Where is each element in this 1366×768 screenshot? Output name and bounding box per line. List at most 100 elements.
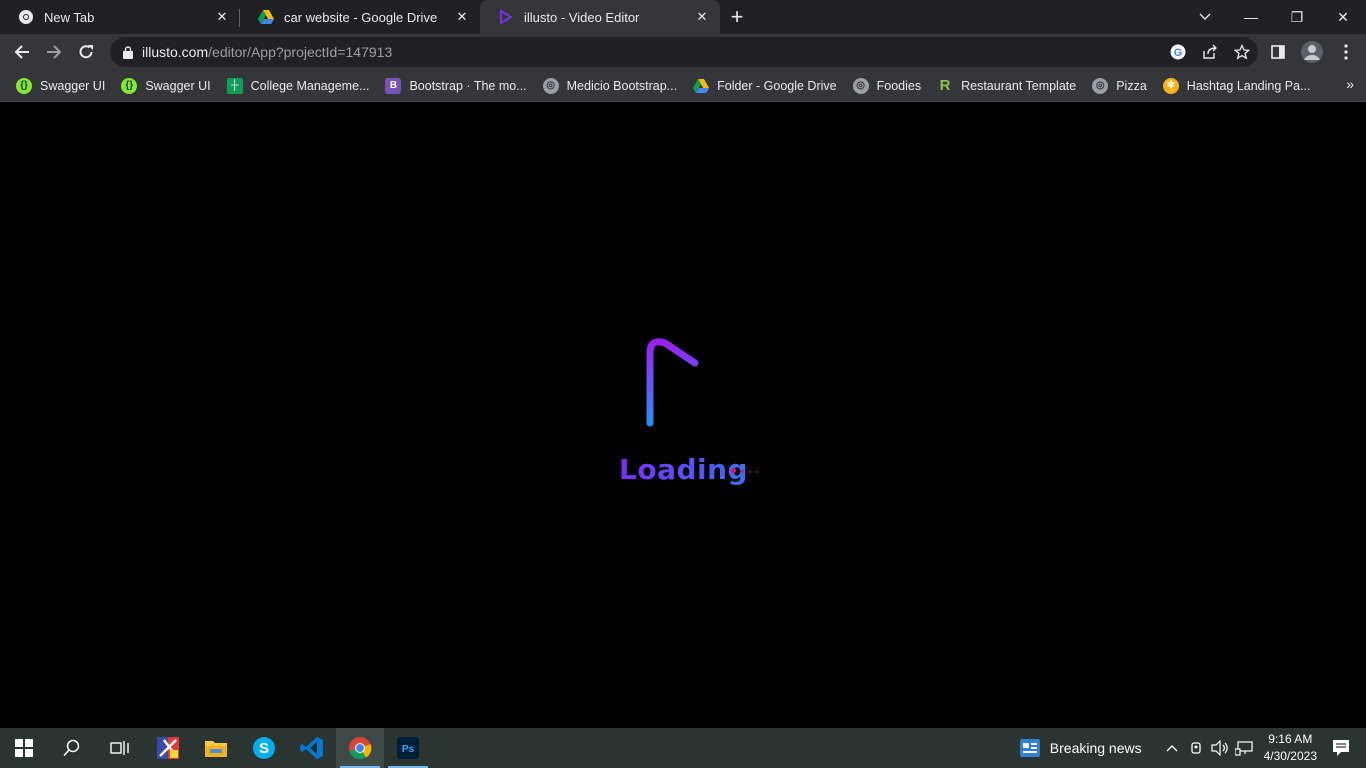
notification-icon[interactable] <box>1330 737 1352 759</box>
loading-dot <box>756 471 758 473</box>
address-bar[interactable]: illusto.com/editor/App?projectId=147913 … <box>110 37 1258 67</box>
google-drive-icon <box>258 9 274 25</box>
clock-date: 4/30/2023 <box>1263 749 1317 763</box>
task-view-icon <box>110 741 129 755</box>
clock[interactable]: 9:16 AM 4/30/2023 <box>1264 731 1317 765</box>
omnibox-actions: G <box>1168 37 1252 67</box>
bookmark-swagger-2[interactable]: {} Swagger UI <box>113 73 218 99</box>
browser-toolbar: illusto.com/editor/App?projectId=147913 … <box>0 34 1366 70</box>
windows-taskbar: S Ps Breaking news 9:16 AM 4/30/2023 <box>0 728 1366 768</box>
close-window-button[interactable]: ✕ <box>1320 0 1366 34</box>
star-icon[interactable] <box>1232 42 1252 62</box>
bookmark-medicio[interactable]: ◎ Medicio Bootstrap... <box>535 73 685 99</box>
bookmark-label: Restaurant Template <box>961 78 1077 93</box>
share-icon[interactable] <box>1200 42 1220 62</box>
chevron-up-icon[interactable] <box>1161 737 1183 759</box>
r-logo-icon: R <box>939 77 951 94</box>
bookmark-swagger-1[interactable]: {} Swagger UI <box>8 73 113 99</box>
search-icon <box>63 739 80 757</box>
url-path: /editor/App?projectId=147913 <box>208 44 393 60</box>
new-tab-button[interactable]: + <box>720 0 754 34</box>
bookmark-pizza[interactable]: ◎ Pizza <box>1084 73 1155 99</box>
meet-now-icon[interactable] <box>1185 737 1207 759</box>
globe-icon: ◎ <box>542 77 559 94</box>
bookmark-hashtag[interactable]: ✲ Hashtag Landing Pa... <box>1155 73 1319 99</box>
back-button[interactable] <box>6 36 38 68</box>
windows-logo-icon <box>15 739 33 757</box>
google-drive-icon <box>693 78 710 94</box>
task-view-button[interactable] <box>96 728 144 768</box>
globe-icon: ◎ <box>852 77 869 94</box>
back-arrow-icon <box>14 45 29 59</box>
lock-icon[interactable] <box>120 44 136 60</box>
search-button[interactable] <box>48 728 96 768</box>
taskbar-app-1[interactable] <box>144 728 192 768</box>
window-controls: — ❐ ✕ <box>1228 0 1366 34</box>
bookmark-label: Medicio Bootstrap... <box>566 78 678 93</box>
system-tray: Breaking news 9:16 AM 4/30/2023 <box>1019 728 1366 768</box>
tab-new-tab[interactable]: New Tab ✕ <box>0 0 240 34</box>
tab-title: illusto - Video Editor <box>524 9 640 25</box>
bookmark-label: Pizza <box>1116 78 1147 93</box>
close-icon[interactable]: ✕ <box>694 9 710 25</box>
close-icon[interactable]: ✕ <box>214 9 230 25</box>
bookmark-college[interactable]: ┼ College Manageme... <box>219 73 378 99</box>
svg-text:Ps: Ps <box>402 744 415 755</box>
app-logo-icon <box>157 737 179 759</box>
bookmark-label: Folder - Google Drive <box>717 78 837 93</box>
bookmark-label: Swagger UI <box>40 78 106 93</box>
tab-title: car website - Google Drive <box>284 9 438 25</box>
network-icon[interactable] <box>1233 737 1255 759</box>
menu-icon[interactable] <box>1334 40 1358 64</box>
google-icon[interactable]: G <box>1168 42 1188 62</box>
news-widget[interactable]: Breaking news <box>1019 739 1142 757</box>
loading-dots <box>731 468 758 473</box>
news-label: Breaking news <box>1049 740 1142 756</box>
loading-dot <box>749 471 751 473</box>
vscode-button[interactable] <box>288 728 336 768</box>
restore-button[interactable]: ❐ <box>1274 0 1320 34</box>
vscode-icon <box>300 737 323 759</box>
bookmark-label: College Manageme... <box>250 78 370 93</box>
bookmark-foodies[interactable]: ◎ Foodies <box>845 73 929 99</box>
photoshop-button[interactable]: Ps <box>384 728 432 768</box>
reload-icon <box>79 45 93 59</box>
chevron-double-right-icon[interactable]: » <box>1346 76 1354 92</box>
tab-title: New Tab <box>44 9 95 25</box>
photoshop-icon: Ps <box>397 737 419 759</box>
side-panel-icon[interactable] <box>1266 40 1290 64</box>
bookmark-bootstrap[interactable]: B Bootstrap · The mo... <box>377 73 534 99</box>
tab-illusto[interactable]: illusto - Video Editor ✕ <box>480 0 720 34</box>
bookmark-folder-drive[interactable]: Folder - Google Drive <box>685 73 845 99</box>
skype-icon: S <box>253 737 275 759</box>
illusto-icon <box>498 9 514 25</box>
forward-button[interactable] <box>38 36 70 68</box>
url-host: illusto.com <box>142 44 209 60</box>
bookmarks-bar: {} Swagger UI {} Swagger UI ┼ College Manag… <box>0 70 1366 102</box>
clock-time: 9:16 AM <box>1268 732 1313 746</box>
tab-car-website[interactable]: car website - Google Drive ✕ <box>240 0 480 34</box>
toolbar-right <box>1266 34 1358 70</box>
close-icon[interactable]: ✕ <box>454 9 470 25</box>
chrome-icon <box>18 9 34 25</box>
chevron-down-icon <box>1199 13 1211 20</box>
svg-text:G: G <box>1174 47 1183 59</box>
bootstrap-icon: B <box>385 77 402 94</box>
minimize-button[interactable]: — <box>1228 0 1274 34</box>
tab-strip: New Tab ✕ car website - Google Drive ✕ i… <box>0 0 1366 34</box>
profile-avatar[interactable] <box>1300 40 1324 64</box>
start-button[interactable] <box>0 728 48 768</box>
reload-button[interactable] <box>70 36 102 68</box>
folder-icon <box>205 741 227 757</box>
hashtag-icon: ✲ <box>1162 77 1179 94</box>
bookmark-label: Foodies <box>876 78 922 93</box>
bookmark-restaurant[interactable]: R Restaurant Template <box>929 73 1084 99</box>
sheets-icon: ┼ <box>226 77 243 94</box>
volume-icon[interactable] <box>1209 737 1231 759</box>
chrome-icon <box>349 737 372 760</box>
file-explorer-button[interactable] <box>192 728 240 768</box>
bookmark-label: Bootstrap · The mo... <box>409 78 527 93</box>
tab-search-button[interactable] <box>1182 0 1228 34</box>
chrome-taskbar-button[interactable] <box>336 728 384 768</box>
skype-button[interactable]: S <box>240 728 288 768</box>
